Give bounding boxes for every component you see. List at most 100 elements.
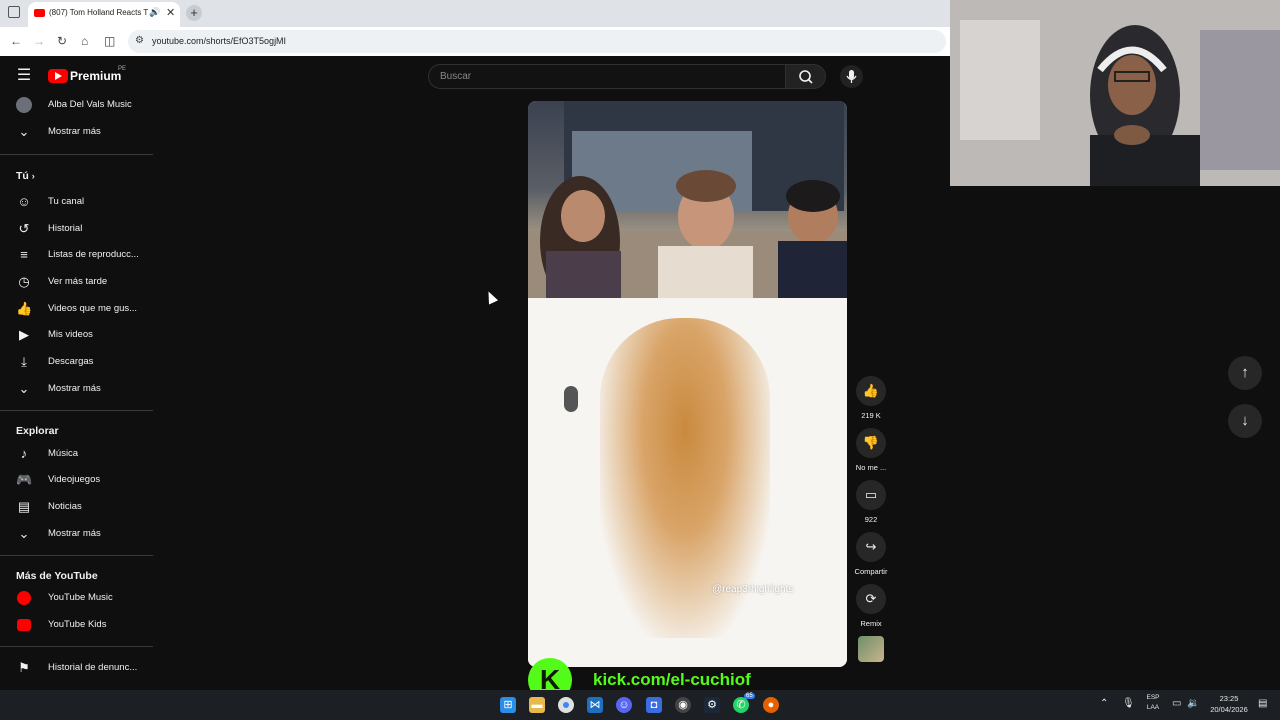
search-placeholder: Buscar bbox=[440, 71, 472, 82]
share-icon[interactable]: ↪ bbox=[856, 532, 886, 562]
forward-arrow-icon[interactable]: → bbox=[33, 34, 45, 48]
file-explorer-icon[interactable]: ▬ bbox=[529, 697, 545, 713]
sidebar-item-youtube-music[interactable]: YouTube Music bbox=[0, 586, 153, 612]
search-input[interactable]: Buscar bbox=[428, 64, 786, 89]
sidebar-item-label: Videojuegos bbox=[48, 474, 101, 485]
thumbs-down-icon[interactable]: 👎 bbox=[856, 428, 886, 458]
remix-icon[interactable]: ⟳ bbox=[856, 584, 886, 614]
sidebar-item-show-more-you[interactable]: ⌄ Mostrar más bbox=[0, 377, 153, 403]
youtube-favicon-icon bbox=[34, 9, 45, 17]
tab-actions-icon[interactable] bbox=[8, 6, 20, 18]
sidebar-item-subscription[interactable]: Alba Del Vals Music bbox=[0, 93, 153, 119]
system-clock[interactable]: 23:25 20/04/2026 bbox=[1198, 693, 1260, 715]
steam-icon[interactable]: ⚙ bbox=[704, 697, 720, 713]
sidebar-item-downloads[interactable]: ⤓ Descargas bbox=[0, 350, 153, 376]
chrome-icon[interactable] bbox=[558, 697, 574, 713]
video-scene-image bbox=[528, 101, 847, 306]
sidebar-item-your-videos[interactable]: ▶ Mis videos bbox=[0, 323, 153, 349]
video-watermark: @reap3rhighlights bbox=[712, 584, 794, 595]
chevron-down-icon: ⌄ bbox=[18, 526, 30, 541]
like-icon: 👍 bbox=[16, 301, 33, 316]
speaker-icon[interactable]: 🔊 bbox=[149, 7, 160, 18]
music-icon: ♪ bbox=[20, 446, 28, 461]
short-video-player[interactable]: @reap3rhighlights bbox=[528, 101, 847, 667]
webcam-overlay bbox=[950, 0, 1280, 186]
like-count: 219 K bbox=[861, 411, 881, 420]
sidebar-item-show-more-subscriptions[interactable]: ⌄ Mostrar más bbox=[0, 120, 153, 146]
sidebar-item-liked-videos[interactable]: 👍 Videos que me gus... bbox=[0, 297, 153, 323]
sound-thumbnail[interactable] bbox=[858, 636, 884, 662]
clock-time: 23:25 bbox=[1219, 694, 1239, 703]
reload-icon[interactable]: ↻ bbox=[57, 34, 67, 48]
sidebar-item-youtube-kids[interactable]: YouTube Kids bbox=[0, 613, 153, 639]
you-heading[interactable]: Tú › bbox=[16, 170, 35, 182]
dislike-action[interactable]: 👎 No me ... bbox=[854, 428, 888, 472]
sidebar-item-label: Mostrar más bbox=[48, 528, 101, 539]
sidebar-item-label: Listas de reproducc... bbox=[48, 249, 139, 260]
next-short-button[interactable]: ↓ bbox=[1228, 404, 1262, 438]
sidebar-item-watch-later[interactable]: ◷ Ver más tarde bbox=[0, 270, 153, 296]
voice-search-button[interactable] bbox=[840, 65, 863, 88]
previous-short-button[interactable]: ↑ bbox=[1228, 356, 1262, 390]
kick-stream-overlay: K kick.com/el-cuchiof bbox=[528, 658, 847, 702]
browser-tab[interactable]: (807) Tom Holland Reacts T 🔊 ✕ bbox=[28, 2, 180, 27]
clock-icon: ◷ bbox=[18, 274, 30, 289]
kick-url-text: kick.com/el-cuchiof bbox=[593, 670, 751, 689]
comment-action[interactable]: ▭ 922 bbox=[854, 480, 888, 524]
share-label: Compartir bbox=[854, 567, 888, 576]
sidebar-item-report-history[interactable]: ⚑ Historial de denunc... bbox=[0, 656, 153, 682]
country-badge: PE bbox=[118, 66, 127, 72]
whatsapp-icon[interactable]: ✆ bbox=[733, 697, 749, 713]
thumbs-up-icon[interactable]: 👍 bbox=[856, 376, 886, 406]
network-icon[interactable]: ▭ bbox=[1172, 698, 1181, 709]
divider bbox=[0, 154, 153, 155]
sidebar-item-music[interactable]: ♪ Música bbox=[0, 442, 153, 468]
sidebar-item-history[interactable]: ↺ Historial bbox=[0, 217, 153, 243]
youtube-premium-logo-text[interactable]: Premium bbox=[70, 69, 121, 83]
sidebar-item-your-channel[interactable]: ☺ Tu canal bbox=[0, 190, 153, 216]
sidebar-item-show-more-explore[interactable]: ⌄ Mostrar más bbox=[0, 522, 153, 548]
explore-heading: Explorar bbox=[16, 425, 59, 437]
gaming-icon: 🎮 bbox=[16, 472, 33, 487]
site-info-icon[interactable]: ⚙ bbox=[135, 35, 144, 46]
share-action[interactable]: ↪ Compartir bbox=[854, 532, 888, 576]
sidebar-item-gaming[interactable]: 🎮 Videojuegos bbox=[0, 468, 153, 494]
tray-overflow-icon[interactable]: ⌃ bbox=[1100, 698, 1108, 709]
divider bbox=[0, 555, 153, 556]
windows-start-icon[interactable]: ⊞ bbox=[500, 697, 516, 713]
firefox-icon[interactable]: ● bbox=[763, 697, 779, 713]
search-button[interactable] bbox=[786, 64, 826, 89]
video-icon: ▶ bbox=[19, 327, 29, 342]
tab-close-button[interactable]: ✕ bbox=[166, 6, 175, 19]
split-view-icon[interactable]: ◫ bbox=[104, 34, 115, 48]
sidebar-item-playlists[interactable]: ≡ Listas de reproducc... bbox=[0, 243, 153, 269]
small-character-icon bbox=[564, 386, 578, 412]
channel-icon: ☺ bbox=[17, 194, 31, 209]
address-bar[interactable]: ⚙ youtube.com/shorts/EfO3T5ogjMI bbox=[128, 30, 946, 53]
language-code: ESP bbox=[1146, 694, 1160, 701]
home-icon[interactable]: ⌂ bbox=[81, 34, 88, 48]
arrow-up-icon: ↑ bbox=[1241, 364, 1249, 381]
vscode-icon[interactable]: ⋈ bbox=[587, 697, 603, 713]
app-icon[interactable]: ◘ bbox=[646, 697, 662, 713]
history-icon: ↺ bbox=[18, 221, 30, 236]
sidebar-item-news[interactable]: ▤ Noticias bbox=[0, 495, 153, 521]
microphone-icon bbox=[846, 70, 857, 83]
discord-icon[interactable]: ☺ bbox=[616, 697, 632, 713]
remix-action[interactable]: ⟳ Remix bbox=[854, 584, 888, 628]
hamburger-menu-icon[interactable]: ☰ bbox=[16, 68, 32, 84]
new-tab-button[interactable]: + bbox=[186, 5, 202, 21]
language-indicator[interactable]: ESP LAA bbox=[1142, 693, 1164, 713]
obs-icon[interactable]: ◉ bbox=[675, 697, 691, 713]
like-action[interactable]: 👍 219 K bbox=[854, 376, 888, 420]
notifications-icon[interactable]: ▤ bbox=[1258, 698, 1267, 709]
arrow-down-icon: ↓ bbox=[1241, 412, 1249, 429]
back-arrow-icon[interactable]: ← bbox=[10, 34, 22, 48]
flag-icon: ⚑ bbox=[18, 660, 30, 675]
comment-icon[interactable]: ▭ bbox=[856, 480, 886, 510]
microphone-tray-icon[interactable]: 🎙 bbox=[1122, 698, 1135, 709]
browser-tab-bar: (807) Tom Holland Reacts T 🔊 ✕ + bbox=[0, 0, 950, 27]
youtube-kids-icon bbox=[16, 617, 32, 633]
youtube-logo-icon[interactable] bbox=[48, 69, 68, 83]
search-icon bbox=[799, 70, 813, 84]
